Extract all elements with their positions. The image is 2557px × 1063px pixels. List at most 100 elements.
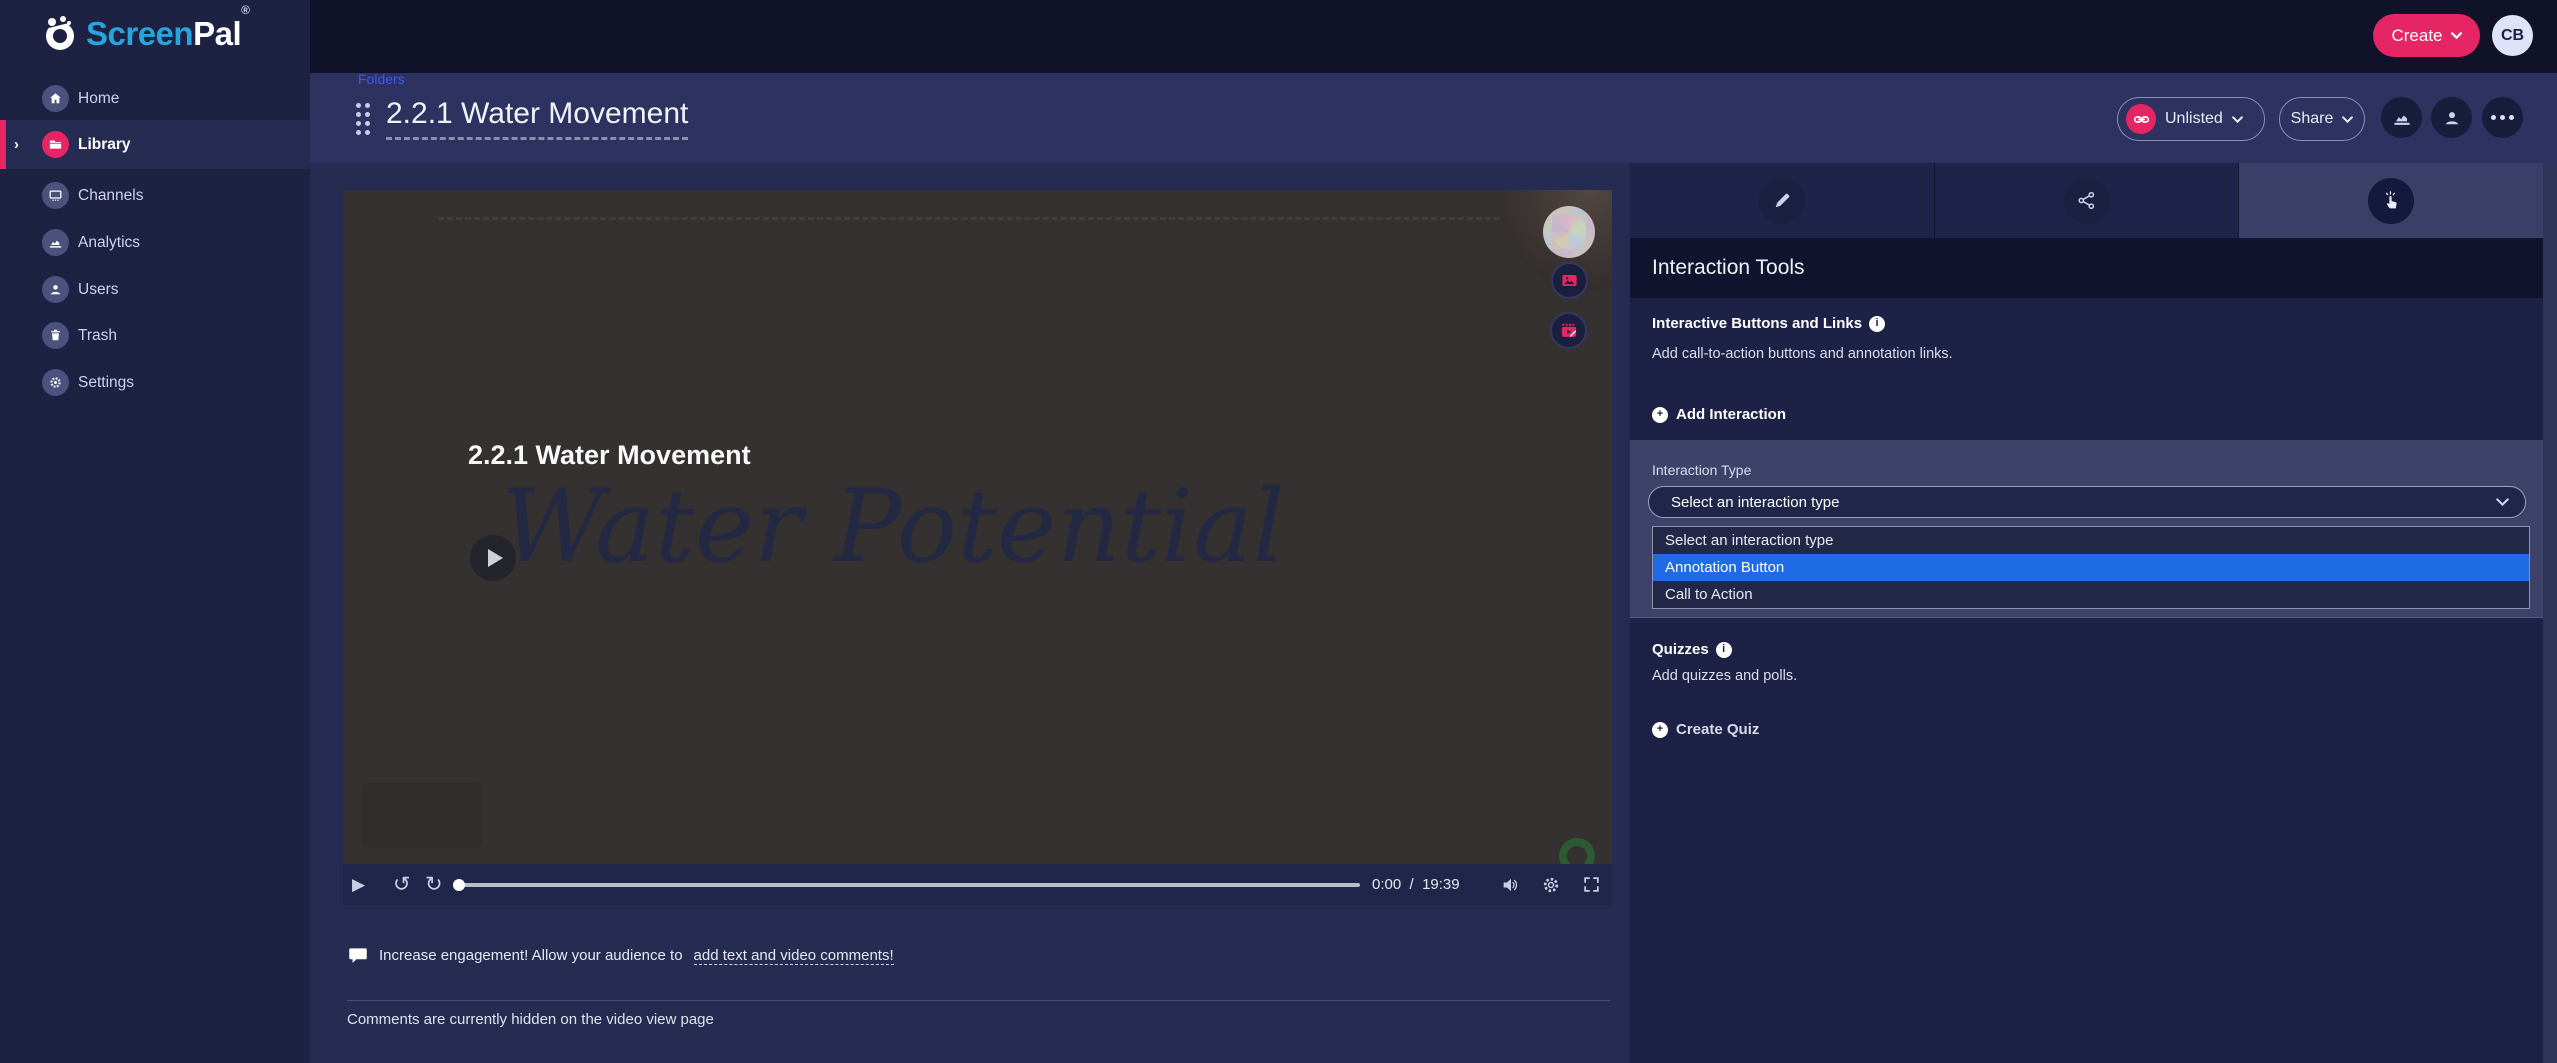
viewers-button[interactable]	[2431, 97, 2472, 138]
settings-gear-icon[interactable]	[1541, 875, 1561, 895]
screenpal-smiley-icon	[40, 14, 80, 54]
dropdown-option-placeholder[interactable]: Select an interaction type	[1653, 527, 2529, 554]
chart-icon	[2392, 108, 2412, 128]
share-label: Share	[2291, 110, 2334, 128]
chevron-down-icon	[2232, 116, 2243, 123]
interaction-type-section: Interaction Type Select an interaction t…	[1630, 440, 2543, 618]
fullscreen-icon[interactable]	[1582, 875, 1601, 894]
tab-share[interactable]	[1935, 163, 2240, 238]
image-overlay-button[interactable]	[1551, 262, 1588, 299]
panel-title: Interaction Tools	[1630, 238, 2543, 298]
lower-third-placeholder	[362, 783, 482, 848]
interaction-type-select[interactable]: Select an interaction type	[1648, 486, 2526, 518]
sidebar-item-label: Users	[78, 281, 118, 299]
sidebar-item-analytics[interactable]: Analytics	[0, 219, 310, 266]
sidebar-item-users[interactable]: Users	[0, 266, 310, 313]
sidebar-item-label: Trash	[78, 327, 117, 345]
users-person-icon	[42, 276, 69, 303]
pencil-icon	[1759, 178, 1805, 224]
ellipsis-icon	[2491, 115, 2514, 120]
engagement-text: Increase engagement! Allow your audience…	[379, 947, 683, 964]
color-wheel-icon[interactable]	[1543, 206, 1595, 258]
video-player: 2.2.1 Water Movement Water Potential ▶ ↺…	[343, 190, 1612, 905]
sidebar-item-label: Home	[78, 90, 119, 108]
sidebar-item-library[interactable]: › Library	[0, 120, 310, 169]
more-options-button[interactable]	[2482, 97, 2523, 138]
dropdown-option-annotation-button[interactable]: Annotation Button	[1653, 554, 2529, 581]
analytics-button[interactable]	[2381, 97, 2422, 138]
active-chevron-icon: ›	[14, 136, 19, 153]
rewind-icon[interactable]: ↺	[393, 872, 411, 897]
sidebar-item-home[interactable]: Home	[0, 75, 310, 122]
channel-logo-watermark	[1559, 838, 1595, 864]
comments-status-text: Comments are currently hidden on the vid…	[347, 1011, 714, 1028]
sidebar-item-channels[interactable]: Channels	[0, 172, 310, 219]
chevron-down-icon	[2342, 116, 2353, 123]
add-interaction-label: Add Interaction	[1676, 406, 1786, 423]
info-icon[interactable]: i	[1716, 642, 1732, 658]
page-title[interactable]: 2.2.1 Water Movement	[386, 97, 688, 140]
create-quiz-button[interactable]: + Create Quiz	[1652, 721, 1759, 738]
avatar[interactable]: CB	[2492, 15, 2533, 56]
interaction-type-label: Interaction Type	[1652, 462, 1751, 478]
privacy-label: Unlisted	[2165, 110, 2223, 128]
progress-bar[interactable]	[457, 883, 1360, 887]
breadcrumb[interactable]: Folders	[358, 71, 405, 87]
tab-interaction-tools[interactable]	[2239, 163, 2543, 238]
logo-text: ScreenPal®	[86, 15, 249, 53]
engagement-prompt: Increase engagement! Allow your audience…	[348, 946, 894, 965]
quizzes-section-description: Add quizzes and polls.	[1652, 668, 1797, 684]
sidebar-item-label: Channels	[78, 187, 144, 205]
screenpal-logo[interactable]: ScreenPal®	[40, 14, 249, 54]
channels-monitor-icon	[42, 182, 69, 209]
sidebar-item-label: Settings	[78, 374, 134, 392]
dropdown-option-call-to-action[interactable]: Call to Action	[1653, 581, 2529, 608]
sidebar-item-label: Library	[78, 136, 131, 154]
chevron-down-icon	[2496, 498, 2509, 506]
buttons-section-description: Add call-to-action buttons and annotatio…	[1652, 346, 1953, 362]
share-dropdown-button[interactable]: Share	[2279, 97, 2365, 141]
forward-icon[interactable]: ↻	[425, 872, 443, 897]
buttons-section-heading: Interactive Buttons and Links i	[1652, 315, 1885, 332]
info-icon[interactable]: i	[1869, 316, 1885, 332]
quizzes-section-heading: Quizzes i	[1652, 641, 1732, 658]
main-content: 2.2.1 Water Movement Water Potential ▶ ↺…	[310, 163, 1630, 1063]
video-overlay-title: 2.2.1 Water Movement	[468, 440, 751, 471]
privacy-dropdown-button[interactable]: Unlisted	[2117, 97, 2265, 141]
interaction-type-dropdown: Select an interaction type Annotation Bu…	[1652, 526, 2530, 609]
share-nodes-icon	[2064, 178, 2110, 224]
plus-icon: +	[1652, 722, 1668, 738]
interaction-panel: Interaction Tools Interactive Buttons an…	[1630, 163, 2557, 1063]
video-clip-icon	[1559, 321, 1579, 341]
sidebar-item-label: Analytics	[78, 234, 140, 252]
home-icon	[42, 85, 69, 112]
tab-edit[interactable]	[1630, 163, 1935, 238]
hand-tap-icon	[2368, 178, 2414, 224]
add-interaction-button[interactable]: + Add Interaction	[1652, 406, 1786, 423]
volume-icon[interactable]	[1501, 876, 1521, 894]
create-button-label: Create	[2391, 26, 2442, 46]
screenpal-app: Create CB Folders 2.2.1 Water Movement U…	[0, 0, 2557, 1063]
drag-handle-icon[interactable]	[356, 103, 370, 135]
divider	[347, 1000, 1610, 1001]
create-quiz-label: Create Quiz	[1676, 721, 1759, 738]
play-icon	[488, 549, 503, 567]
annotation-dashed-line	[438, 217, 1500, 220]
title-bar: Folders 2.2.1 Water Movement Unlisted Sh…	[310, 73, 2557, 163]
player-controls-bar: ▶ ↺ ↻ 0:00 / 19:39	[343, 864, 1612, 905]
person-icon	[2442, 108, 2462, 128]
gear-icon	[42, 369, 69, 396]
progress-handle[interactable]	[453, 879, 465, 891]
play-button[interactable]: ▶	[352, 875, 365, 895]
sidebar-item-trash[interactable]: Trash	[0, 312, 310, 359]
scrollbar-track[interactable]	[2543, 163, 2557, 1063]
play-overlay-button[interactable]	[470, 535, 516, 581]
sidebar-item-settings[interactable]: Settings	[0, 359, 310, 406]
image-icon	[1560, 271, 1579, 290]
enable-comments-link[interactable]: add text and video comments!	[694, 947, 894, 965]
video-screen[interactable]: 2.2.1 Water Movement Water Potential	[343, 190, 1612, 864]
create-button[interactable]: Create	[2373, 14, 2480, 57]
video-edit-button[interactable]	[1550, 312, 1587, 349]
top-header-bar: Create CB	[0, 0, 2557, 73]
plus-icon: +	[1652, 407, 1668, 423]
